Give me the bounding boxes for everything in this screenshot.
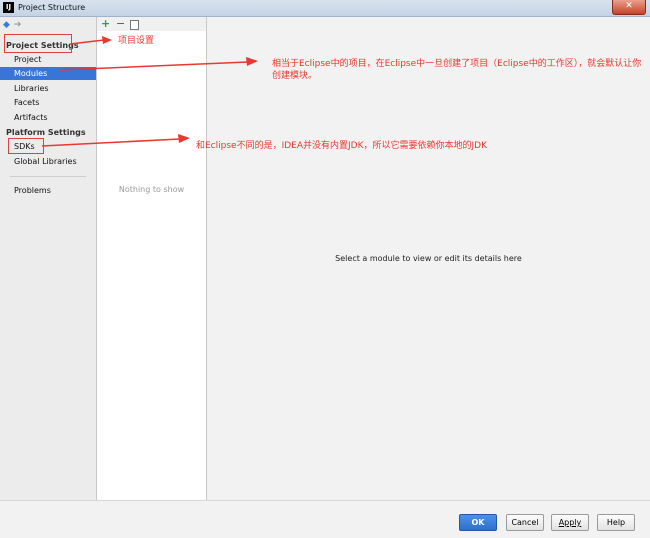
project-settings-annotation: 项目设置 bbox=[118, 36, 155, 46]
project-settings-arrow-head bbox=[102, 36, 112, 44]
sdks-arrow-head bbox=[178, 134, 190, 143]
sdks-annotation: 和Eclipse不同的是，IDEA并没有内置JDK，所以它需要依赖你本地的JDK bbox=[196, 141, 487, 151]
modules-arrow-line bbox=[59, 61, 249, 71]
modules-arrow-head bbox=[246, 57, 258, 66]
modules-annotation: 相当于Eclipse中的项目，在Eclipse中一旦创建了项目（Eclipse中… bbox=[272, 59, 642, 81]
project-settings-arrow-line bbox=[69, 39, 105, 45]
sdks-arrow-line bbox=[41, 138, 181, 147]
